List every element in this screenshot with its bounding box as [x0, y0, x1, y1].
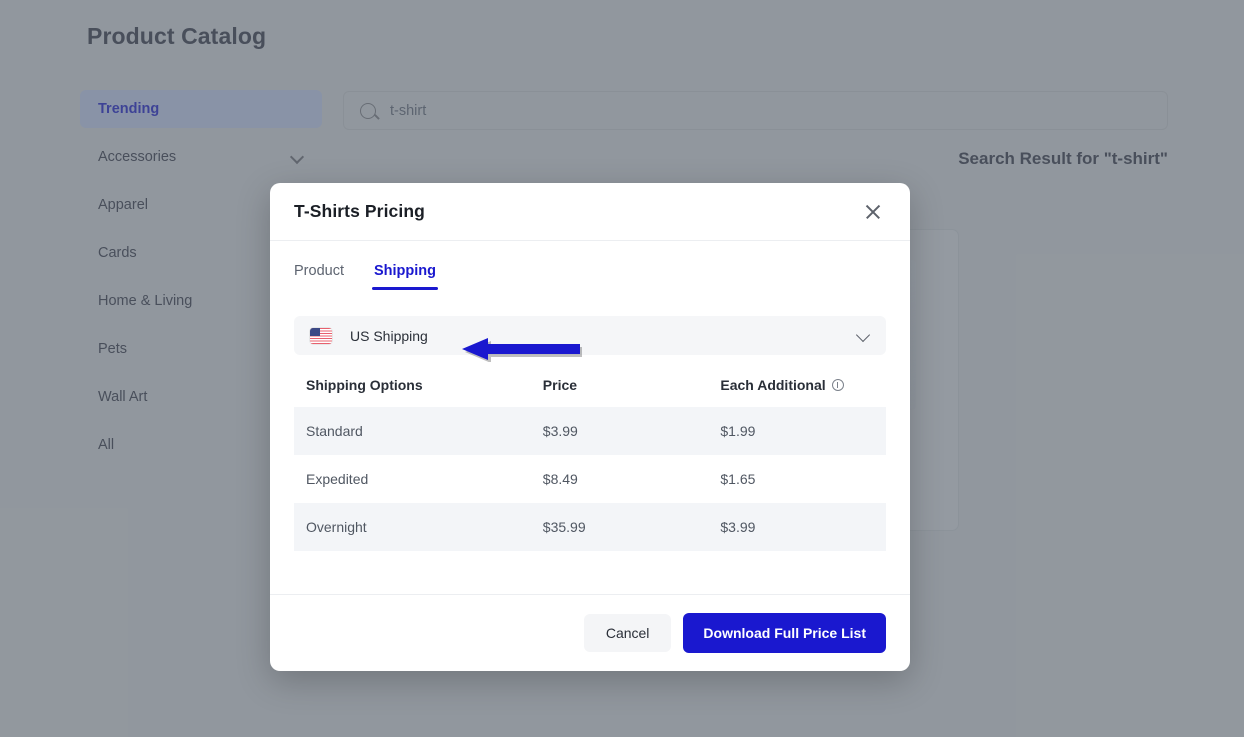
pricing-modal: T-Shirts Pricing Product Shipping US Shi… [270, 183, 910, 671]
column-header-each-additional: Each Additional [708, 363, 886, 407]
column-header-price: Price [531, 363, 709, 407]
table-header-row: Shipping Options Price Each Additional [294, 363, 886, 407]
table-row: Expedited $8.49 $1.65 [294, 455, 886, 503]
table-header: Shipping Options Price Each Additional [294, 363, 886, 407]
modal-header: T-Shirts Pricing [270, 183, 910, 241]
table-row: Overnight $35.99 $3.99 [294, 503, 886, 551]
country-select-label: US Shipping [350, 328, 857, 344]
cell-shipping-option: Overnight [294, 503, 531, 551]
us-flag-icon [310, 328, 332, 344]
modal-title: T-Shirts Pricing [294, 201, 425, 222]
cell-each-additional: $1.99 [708, 407, 886, 455]
country-select[interactable]: US Shipping [294, 316, 886, 355]
tab-shipping[interactable]: Shipping [374, 263, 436, 290]
table-body: Standard $3.99 $1.99 Expedited $8.49 $1.… [294, 407, 886, 551]
cell-shipping-option: Expedited [294, 455, 531, 503]
tab-product[interactable]: Product [294, 263, 344, 290]
cancel-button[interactable]: Cancel [584, 614, 672, 652]
cell-each-additional: $1.65 [708, 455, 886, 503]
cell-price: $35.99 [531, 503, 709, 551]
cell-price: $8.49 [531, 455, 709, 503]
info-icon[interactable] [832, 379, 844, 391]
cell-price: $3.99 [531, 407, 709, 455]
chevron-down-icon [857, 329, 870, 342]
table-row: Standard $3.99 $1.99 [294, 407, 886, 455]
modal-tabs: Product Shipping [294, 263, 886, 290]
shipping-pricing-table: Shipping Options Price Each Additional S… [294, 363, 886, 551]
download-full-price-list-button[interactable]: Download Full Price List [683, 613, 886, 653]
cell-shipping-option: Standard [294, 407, 531, 455]
cell-each-additional: $3.99 [708, 503, 886, 551]
column-header-shipping-options: Shipping Options [294, 363, 531, 407]
column-header-each-additional-label: Each Additional [720, 377, 825, 393]
close-icon[interactable] [860, 199, 886, 225]
modal-body: Product Shipping US Shipping Shipping Op… [270, 241, 910, 594]
modal-footer: Cancel Download Full Price List [270, 594, 910, 671]
